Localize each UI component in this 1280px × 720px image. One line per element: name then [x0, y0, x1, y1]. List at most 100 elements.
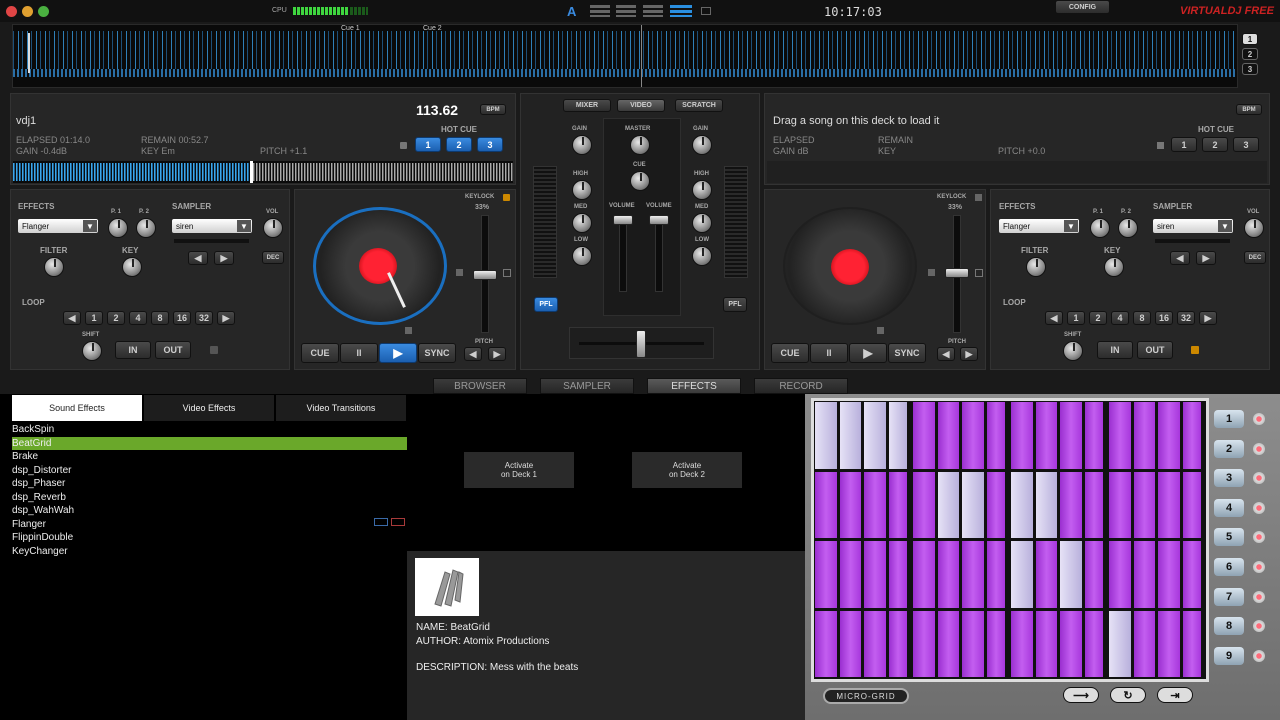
loop-16-button[interactable]: 16 — [1155, 311, 1173, 325]
grid-cell[interactable] — [913, 471, 935, 538]
grid-cell[interactable] — [1109, 471, 1131, 538]
grid-cell[interactable] — [1182, 471, 1201, 538]
loop-4-button[interactable]: 4 — [129, 311, 147, 325]
pitch-up-button[interactable]: ▶ — [960, 347, 978, 361]
grid-cell[interactable] — [986, 402, 1005, 469]
grid-cell[interactable] — [1035, 541, 1057, 608]
grid-cell[interactable] — [839, 610, 861, 677]
grid-cell[interactable] — [1158, 471, 1180, 538]
loop-prev-button[interactable]: ◀ — [63, 311, 81, 325]
cue-marker[interactable]: Cue 1 — [341, 25, 360, 32]
loop-2-button[interactable]: 2 — [1089, 311, 1107, 325]
play-button[interactable]: ▶ — [849, 343, 887, 363]
grid-cell[interactable] — [1109, 610, 1131, 677]
deck1-low-knob[interactable] — [572, 246, 592, 266]
tab-scratch[interactable]: SCRATCH — [675, 99, 723, 112]
grid-pattern-button[interactable]: 8 — [1214, 617, 1244, 636]
grid-cell[interactable] — [1109, 541, 1131, 608]
bpm-button[interactable]: BPM — [480, 104, 506, 115]
effect-param1-knob[interactable] — [108, 218, 128, 238]
grid-cell[interactable] — [962, 471, 984, 538]
grid-cell[interactable] — [937, 541, 959, 608]
pause-button[interactable]: II — [340, 343, 378, 363]
grid-pattern-button[interactable]: 1 — [1214, 410, 1244, 428]
shift-knob[interactable] — [1063, 341, 1083, 361]
tab-video[interactable]: VIDEO — [617, 99, 665, 112]
loop-2-button[interactable]: 2 — [107, 311, 125, 325]
tab-mixer[interactable]: MIXER — [563, 99, 611, 112]
dec-button[interactable]: DEC — [262, 251, 284, 264]
deck1-jog-wheel[interactable] — [313, 207, 447, 325]
filter-knob[interactable] — [1026, 257, 1046, 277]
grid-cell[interactable] — [839, 541, 861, 608]
lock-icon[interactable] — [928, 269, 935, 276]
grid-cell[interactable] — [1011, 402, 1033, 469]
effect-list-item[interactable]: Flanger — [12, 518, 407, 531]
hotcue-3-button[interactable]: 3 — [1233, 137, 1259, 152]
loop-out-button[interactable]: OUT — [155, 341, 191, 359]
grid-cell[interactable] — [1109, 402, 1131, 469]
grid-cell[interactable] — [1011, 471, 1033, 538]
grid-cell[interactable] — [1158, 541, 1180, 608]
keylock-lock-icon[interactable] — [975, 194, 982, 201]
record-dot-icon[interactable] — [1253, 561, 1265, 573]
loop-8-button[interactable]: 8 — [1133, 311, 1151, 325]
minimize-icon[interactable] — [22, 6, 33, 17]
play-button[interactable]: ▶ — [379, 343, 417, 363]
effect-select[interactable]: Flanger ▼ — [999, 219, 1079, 233]
grid-cell[interactable] — [1084, 610, 1103, 677]
grid-cell[interactable] — [1060, 541, 1082, 608]
tab-browser[interactable]: BROWSER — [433, 378, 527, 394]
sampler-select[interactable]: siren ▼ — [1153, 219, 1233, 233]
effect-list-item[interactable]: KeyChanger — [12, 545, 407, 558]
deck1-high-knob[interactable] — [572, 180, 592, 200]
grid-cell[interactable] — [1084, 541, 1103, 608]
layout-icon[interactable] — [643, 5, 663, 17]
lock-icon[interactable] — [405, 327, 412, 334]
crossfader[interactable] — [636, 330, 646, 358]
grid-cell[interactable] — [962, 610, 984, 677]
effect-list-item[interactable]: dsp_WahWah — [12, 504, 407, 517]
grid-cell[interactable] — [1084, 402, 1103, 469]
layout-icon[interactable] — [616, 5, 636, 17]
grid-cell[interactable] — [888, 471, 907, 538]
shift-left-icon[interactable]: ⟶ — [1063, 687, 1099, 703]
grid-cell[interactable] — [937, 402, 959, 469]
lock-icon[interactable] — [877, 327, 884, 334]
effect-param2-knob[interactable] — [1118, 218, 1138, 238]
tab-video-effects[interactable]: Video Effects — [144, 395, 274, 421]
effect-list-item[interactable]: FlippinDouble — [12, 531, 407, 544]
loop-4-button[interactable]: 4 — [1111, 311, 1129, 325]
grid-pattern-button[interactable]: 9 — [1214, 646, 1244, 665]
layout-button[interactable]: 1 — [1242, 33, 1258, 45]
tab-sound-effects[interactable]: Sound Effects — [12, 395, 142, 421]
config-button[interactable]: CONFIG — [1055, 0, 1110, 14]
deck1-volume-fader[interactable] — [619, 216, 627, 292]
grid-cell[interactable] — [937, 610, 959, 677]
effect-select[interactable]: Flanger ▼ — [18, 219, 98, 233]
sampler-prev-button[interactable]: ◀ — [1170, 251, 1190, 265]
grid-cell[interactable] — [1133, 610, 1155, 677]
grid-cell[interactable] — [815, 541, 837, 608]
effect-list-item[interactable]: Brake — [12, 450, 407, 463]
tab-record[interactable]: RECORD — [754, 378, 848, 394]
grid-cell[interactable] — [1035, 471, 1057, 538]
grid-cell[interactable] — [815, 402, 837, 469]
grid-cell[interactable] — [1182, 541, 1201, 608]
grid-cell[interactable] — [1060, 402, 1082, 469]
loop-in-button[interactable]: IN — [1097, 341, 1133, 359]
grid-pattern-button[interactable]: 2 — [1214, 439, 1244, 458]
layout-button[interactable]: 3 — [1242, 63, 1258, 75]
pause-button[interactable]: II — [810, 343, 848, 363]
grid-cell[interactable] — [1182, 402, 1201, 469]
lock-icon[interactable] — [1191, 346, 1199, 354]
hotcue-3-button[interactable]: 3 — [477, 137, 503, 152]
micro-grid[interactable] — [811, 398, 1209, 682]
grid-cell[interactable] — [1158, 610, 1180, 677]
grid-cell[interactable] — [1060, 471, 1082, 538]
shift-right-icon[interactable]: ⇥ — [1157, 687, 1193, 703]
deck2-low-knob[interactable] — [692, 246, 712, 266]
grid-cell[interactable] — [913, 402, 935, 469]
grid-cell[interactable] — [888, 402, 907, 469]
deck1-waveform[interactable] — [13, 161, 513, 183]
